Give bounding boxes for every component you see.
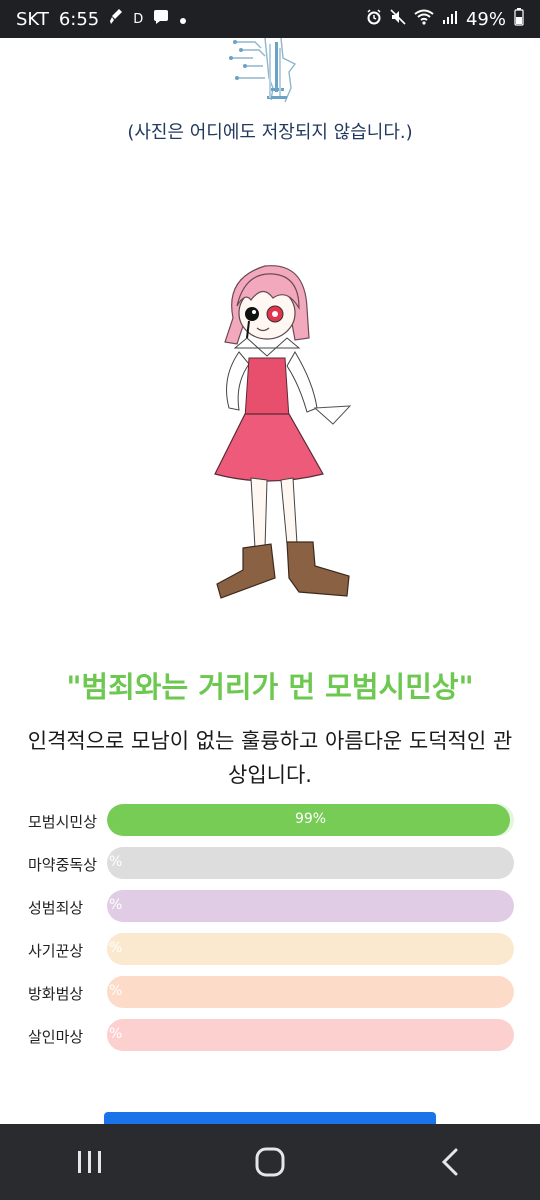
- clock: 6:55: [58, 8, 100, 30]
- score-bar-track: %: [107, 976, 514, 1008]
- score-bar-row: 성범죄상%: [0, 890, 540, 922]
- status-bar: SKT 6:55 D 49%: [0, 0, 540, 38]
- score-bar-track: 99%: [107, 804, 514, 836]
- dot-icon: [179, 9, 187, 30]
- app-letter: D: [133, 11, 144, 27]
- chat-icon: [153, 9, 169, 30]
- score-bar-value: 99%: [294, 811, 327, 827]
- wifi-icon: [414, 9, 434, 30]
- score-bar-label: 방화범상: [28, 985, 84, 1003]
- score-bar-row: 사기꾼상%: [0, 933, 540, 965]
- result-title: "범죄와는 거리가 먼 모범시민상": [66, 670, 474, 704]
- score-bar-label: 모범시민상: [28, 813, 98, 831]
- score-bar-value: %: [109, 940, 123, 956]
- result-description: 인격적으로 모남이 없는 훌륭하고 아름다운 도덕적인 관상입니다.: [27, 729, 513, 787]
- recent-apps-icon[interactable]: [60, 1132, 120, 1192]
- alarm-icon: [366, 8, 382, 30]
- navigation-bar: [0, 1124, 540, 1200]
- score-bar-track: %: [107, 933, 514, 965]
- battery-percent: 49%: [465, 8, 506, 30]
- score-bar-row: 모범시민상 99%: [0, 804, 540, 836]
- carrier-label: SKT: [16, 8, 49, 30]
- score-bar-track: %: [107, 847, 514, 879]
- privacy-notice: (사진은 어디에도 저장되지 않습니다.): [127, 122, 413, 143]
- character-illustration: [195, 248, 365, 628]
- score-bar-row: 방화범상%: [0, 976, 540, 1008]
- battery-icon: [514, 7, 524, 31]
- score-bar-row: 마약중독상%: [0, 847, 540, 879]
- face-scan-graphic: [225, 38, 315, 104]
- score-bar-value: %: [109, 897, 123, 913]
- score-bar-track: %: [107, 890, 514, 922]
- score-bar-value: %: [109, 854, 123, 870]
- share-button[interactable]: [104, 1112, 436, 1124]
- signal-icon: [442, 9, 458, 30]
- score-bar-label: 성범죄상: [28, 899, 84, 917]
- score-bar-label: 살인마상: [28, 1028, 84, 1046]
- score-bar-row: 살인마상%: [0, 1019, 540, 1051]
- paint-brush-icon: [109, 8, 123, 31]
- score-bar-label: 마약중독상: [28, 856, 98, 874]
- home-icon[interactable]: [240, 1132, 300, 1192]
- score-bar-value: %: [109, 1026, 123, 1042]
- mute-icon: [390, 8, 406, 30]
- score-bar-label: 사기꾼상: [28, 942, 84, 960]
- back-icon[interactable]: [420, 1132, 480, 1192]
- score-bar-track: %: [107, 1019, 514, 1051]
- web-content: (사진은 어디에도 저장되지 않습니다.) "범죄와는 거리가 먼 모범시민상"…: [0, 38, 540, 1124]
- score-bar-value: %: [109, 983, 123, 999]
